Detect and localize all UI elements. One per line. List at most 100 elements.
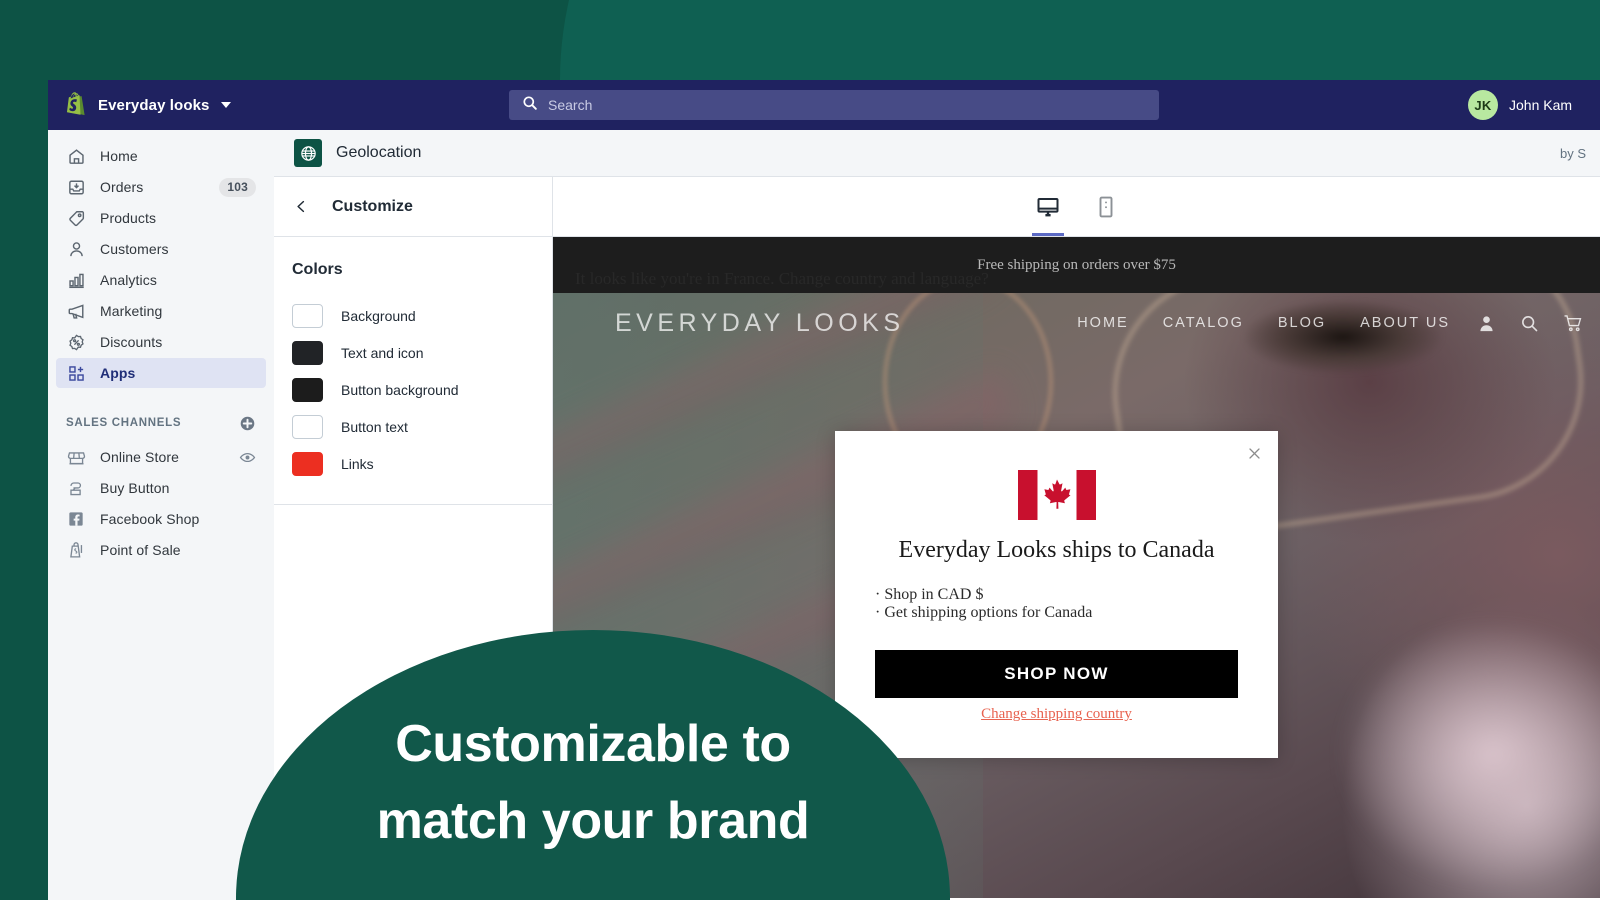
geo-modal-bullets: · Shop in CAD $ · Get shipping options f… — [835, 586, 1278, 622]
hero-fur-collar — [1253, 567, 1600, 898]
discount-percent-icon — [66, 332, 86, 352]
storefront-nav-links: HOME CATALOG BLOG ABOUT US — [1077, 315, 1450, 331]
sidebar-item-apps[interactable]: Apps — [56, 358, 266, 388]
orders-count-badge: 103 — [219, 177, 256, 197]
color-swatch[interactable] — [292, 451, 323, 476]
sidebar-item-marketing[interactable]: Marketing — [56, 296, 266, 326]
marketing-headline-line1: Customizable to — [395, 715, 791, 773]
shopping-cart-icon[interactable] — [1563, 313, 1584, 333]
sidebar-item-point-of-sale[interactable]: Point of Sale — [56, 535, 266, 565]
storefront-link-blog[interactable]: BLOG — [1278, 315, 1326, 331]
storefront-link-about-us[interactable]: ABOUT US — [1360, 315, 1450, 331]
sales-channels-header: SALES CHANNELS — [56, 406, 266, 440]
color-label: Links — [341, 455, 374, 472]
buy-button-icon — [66, 478, 86, 498]
app-header: Geolocation by S — [274, 130, 1600, 177]
admin-top-bar: Everyday looks Search JK John Kam — [48, 80, 1600, 130]
storefront-link-catalog[interactable]: CATALOG — [1163, 315, 1244, 331]
geo-bullet-item: · Get shipping options for Canada — [875, 604, 1093, 622]
color-row-links[interactable]: Links — [274, 445, 552, 482]
home-icon — [66, 146, 86, 166]
user-menu[interactable]: JK John Kam — [1468, 80, 1572, 130]
sidebar-item-buy-button[interactable]: Buy Button — [56, 473, 266, 503]
close-x-icon[interactable] — [1242, 441, 1266, 465]
search-icon — [522, 95, 538, 116]
colors-card: Colors Background Text and icon Button b… — [274, 237, 552, 505]
sidebar-item-label: Discounts — [100, 334, 163, 350]
canada-flag-icon — [1017, 470, 1096, 520]
color-row-text-and-icon[interactable]: Text and icon — [274, 334, 552, 371]
storefront-nav: EVERYDAY LOOKS HOME CATALOG BLOG ABOUT U… — [553, 293, 1600, 353]
tag-icon — [66, 208, 86, 228]
sidebar-item-facebook-shop[interactable]: Facebook Shop — [56, 504, 266, 534]
app-title: Geolocation — [336, 144, 422, 161]
color-label: Text and icon — [341, 344, 424, 361]
color-swatch[interactable] — [292, 414, 323, 439]
color-swatch[interactable] — [292, 377, 323, 402]
sidebar-item-label: Facebook Shop — [100, 511, 200, 527]
colors-section-title: Colors — [292, 261, 343, 278]
chevron-down-icon — [221, 102, 232, 108]
customize-title: Customize — [332, 197, 413, 215]
search-input[interactable]: Search — [548, 97, 592, 113]
color-row-button-text[interactable]: Button text — [274, 408, 552, 445]
color-row-button-background[interactable]: Button background — [274, 371, 552, 408]
sidebar-item-orders[interactable]: Orders 103 — [56, 172, 266, 202]
geolocation-banner-text: It looks like you're in France. Change c… — [575, 269, 989, 288]
orders-inbox-icon — [66, 177, 86, 197]
sidebar-item-label: Online Store — [100, 449, 180, 465]
plus-circle-icon[interactable] — [239, 415, 256, 432]
device-desktop-button[interactable] — [1026, 177, 1070, 236]
storefront-icon — [66, 447, 86, 467]
sidebar-item-label: Point of Sale — [100, 542, 181, 558]
sidebar-item-label: Apps — [100, 365, 136, 381]
color-label: Background — [341, 307, 416, 324]
avatar: JK — [1468, 90, 1498, 120]
color-label: Button background — [341, 381, 459, 398]
color-swatch[interactable] — [292, 340, 323, 365]
sales-channels-label: SALES CHANNELS — [66, 417, 182, 429]
color-swatch[interactable] — [292, 303, 323, 328]
store-switcher[interactable]: Everyday looks — [64, 80, 232, 130]
bar-chart-icon — [66, 270, 86, 290]
sidebar-item-online-store[interactable]: Online Store — [56, 442, 266, 472]
sidebar-item-analytics[interactable]: Analytics — [56, 265, 266, 295]
account-person-icon[interactable] — [1477, 314, 1496, 333]
geo-modal-heading: Everyday Looks ships to Canada — [898, 537, 1215, 563]
sidebar-item-label: Buy Button — [100, 480, 170, 496]
sidebar-item-label: Analytics — [100, 272, 157, 288]
eye-icon[interactable] — [239, 449, 256, 466]
sidebar-item-products[interactable]: Products — [56, 203, 266, 233]
color-row-background[interactable]: Background — [274, 297, 552, 334]
color-label: Button text — [341, 418, 408, 435]
sidebar-item-label: Customers — [100, 241, 169, 257]
sidebar-item-customers[interactable]: Customers — [56, 234, 266, 264]
person-icon — [66, 239, 86, 259]
shopify-logo-icon — [64, 91, 88, 119]
point-of-sale-icon — [66, 540, 86, 560]
globe-geolocation-icon — [294, 139, 322, 167]
device-mobile-button[interactable] — [1084, 177, 1128, 236]
sidebar-item-label: Orders — [100, 179, 144, 195]
global-search-bar[interactable]: Search — [509, 90, 1159, 120]
chevron-left-icon[interactable] — [286, 192, 316, 222]
device-toggle-bar — [553, 177, 1600, 237]
apps-grid-plus-icon — [66, 363, 86, 383]
marketing-headline: Customizable to match your brand — [236, 706, 950, 860]
sidebar-item-label: Home — [100, 148, 138, 164]
store-name-label: Everyday looks — [98, 96, 210, 114]
shop-now-button[interactable]: SHOP NOW — [875, 650, 1238, 698]
user-name-label: John Kam — [1509, 97, 1573, 113]
sidebar-item-discounts[interactable]: Discounts — [56, 327, 266, 357]
app-byline: by S — [1559, 145, 1586, 161]
geo-bullet-item: · Shop in CAD $ — [875, 586, 984, 603]
search-icon[interactable] — [1520, 314, 1539, 333]
storefront-link-home[interactable]: HOME — [1077, 315, 1129, 331]
sidebar-item-label: Products — [100, 210, 157, 226]
marketing-headline-line2: match your brand — [376, 791, 810, 850]
storefront-nav-icons — [1477, 313, 1584, 333]
sidebar-item-label: Marketing — [100, 303, 163, 319]
sidebar-item-home[interactable]: Home — [56, 141, 266, 171]
megaphone-icon — [66, 301, 86, 321]
facebook-icon — [66, 509, 86, 529]
